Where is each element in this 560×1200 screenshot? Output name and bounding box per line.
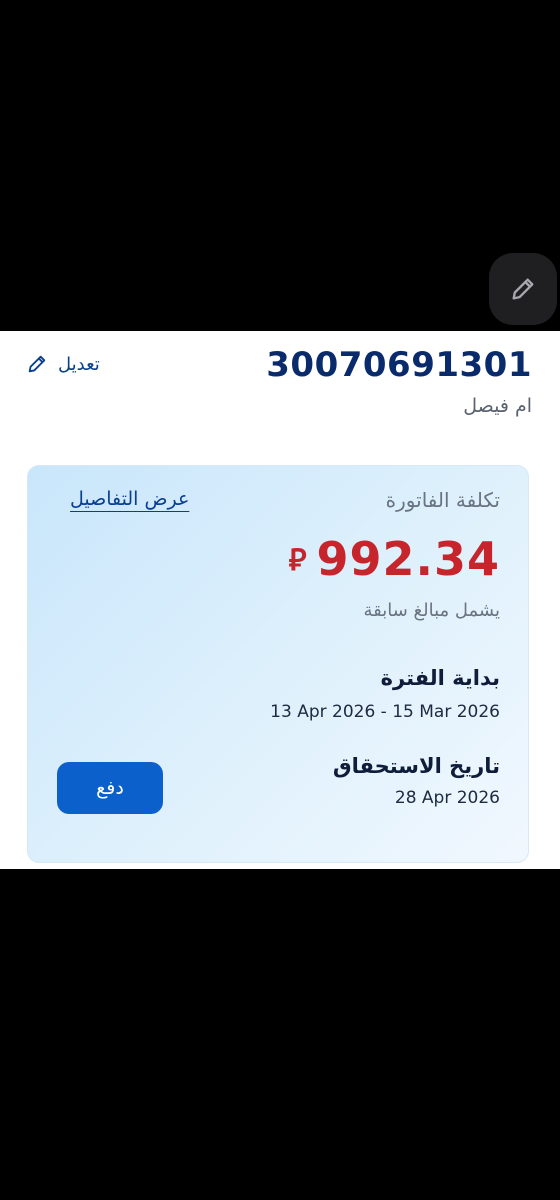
bill-card: تكلفة الفاتورة عرض التفاصيل ⃁ 992.34 يشم… bbox=[27, 465, 529, 863]
pay-button[interactable]: دفع bbox=[57, 762, 163, 814]
floating-edit-button[interactable] bbox=[489, 253, 557, 325]
currency-symbol: ⃁ bbox=[288, 542, 307, 578]
period-value: 13 Apr 2026 - 15 Mar 2026 bbox=[270, 702, 500, 722]
period-label: بداية الفترة bbox=[380, 666, 500, 690]
due-date-value: 28 Apr 2026 bbox=[394, 788, 500, 808]
account-number: 30070691301 bbox=[266, 345, 532, 385]
account-name: ام فيصل bbox=[463, 395, 532, 417]
bill-amount-row: ⃁ 992.34 bbox=[289, 532, 500, 586]
bill-amount: 992.34 bbox=[316, 532, 500, 586]
bill-cost-title: تكلفة الفاتورة bbox=[385, 488, 500, 512]
edit-label: تعديل bbox=[58, 353, 100, 375]
due-date-label: تاريخ الاستحقاق bbox=[332, 754, 500, 778]
bill-panel: 30070691301 ام فيصل تعديل تكلفة الفاتورة… bbox=[0, 331, 560, 869]
edit-account-link[interactable]: تعديل bbox=[26, 353, 100, 375]
pencil-icon bbox=[512, 278, 534, 300]
view-details-link[interactable]: عرض التفاصيل bbox=[70, 488, 189, 510]
previous-amounts-note: يشمل مبالغ سابقة bbox=[363, 600, 500, 621]
pencil-icon bbox=[28, 355, 46, 373]
